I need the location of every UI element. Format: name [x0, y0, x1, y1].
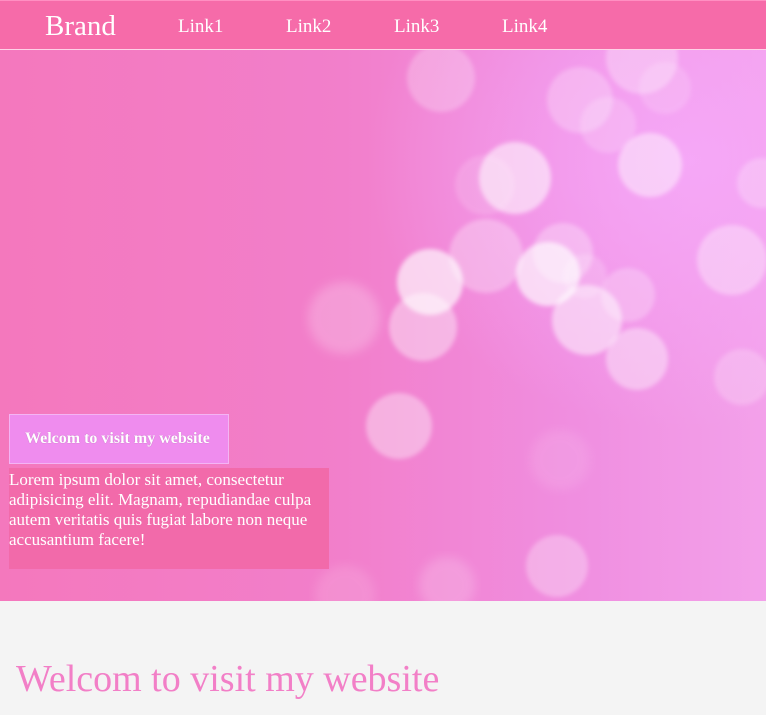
section-title: Welcom to visit my website	[16, 658, 440, 700]
brand-logo-link[interactable]: Brand	[45, 9, 116, 43]
hero-banner: Welcom to visit my website Lorem ipsum d…	[0, 50, 766, 601]
hero-tagline: Welcom to visit my website	[25, 430, 210, 447]
nav-link-2[interactable]: Link2	[286, 15, 331, 39]
bokeh-circles	[308, 50, 766, 601]
top-navbar: Brand Link1 Link2 Link3 Link4	[0, 0, 766, 50]
nav-link-3[interactable]: Link3	[394, 15, 439, 39]
hero-description: Lorem ipsum dolor sit amet, consectetur …	[9, 468, 329, 569]
nav-link-1[interactable]: Link1	[178, 15, 223, 39]
nav-link-4[interactable]: Link4	[502, 15, 547, 39]
hero-tagline-box: Welcom to visit my website	[9, 414, 229, 464]
